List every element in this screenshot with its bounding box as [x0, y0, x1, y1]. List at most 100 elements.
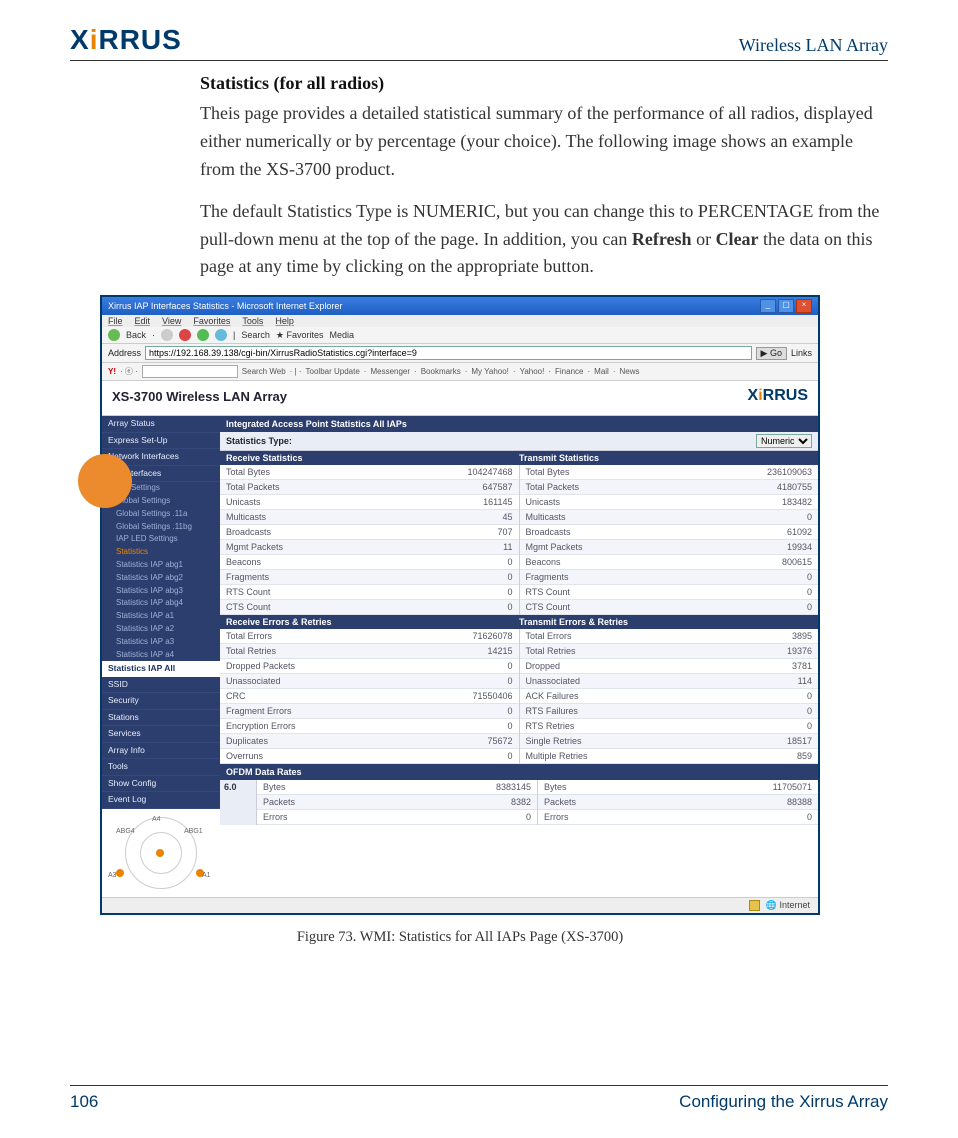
- yahoo-toolbar[interactable]: Y! · ⓔ · Search Web · | · Toolbar Update…: [102, 363, 818, 381]
- table-row: Dropped3781: [520, 659, 819, 674]
- window-titlebar: Xirrus IAP Interfaces Statistics - Micro…: [102, 297, 818, 315]
- table-row: Errors0: [538, 810, 818, 825]
- table-row: Duplicates75672: [220, 734, 519, 749]
- table-row: Total Packets4180755: [520, 480, 819, 495]
- address-label: Address: [108, 348, 141, 358]
- section-marker-circle: [78, 454, 132, 508]
- table-row: Dropped Packets0: [220, 659, 519, 674]
- window-minimize-button[interactable]: _: [760, 299, 776, 313]
- table-row: RTS Retries0: [520, 719, 819, 734]
- media-label[interactable]: Media: [329, 330, 354, 340]
- main-title: Integrated Access Point Statistics All I…: [220, 416, 818, 432]
- app-logo: XiRRUS: [748, 387, 808, 405]
- yahoo-logo-icon: Y!: [108, 367, 116, 376]
- table-row: Fragment Errors0: [220, 704, 519, 719]
- table-row: Unicasts183482: [520, 495, 819, 510]
- table-row: Packets88388: [538, 795, 818, 810]
- sidebar-subitem[interactable]: Global Settings .11a: [102, 508, 220, 521]
- table-row: Multicasts45: [220, 510, 519, 525]
- xmit-err-header: Transmit Errors & Retries: [519, 617, 812, 627]
- sidebar-item[interactable]: Show Config: [102, 776, 220, 792]
- table-row: Total Bytes236109063: [520, 465, 819, 480]
- table-row: CTS Count0: [220, 600, 519, 615]
- recv-err-header: Receive Errors & Retries: [226, 617, 519, 627]
- sidebar-item[interactable]: Stations: [102, 710, 220, 726]
- stop-icon[interactable]: [179, 329, 191, 341]
- yahoo-search-button[interactable]: Search Web: [242, 367, 286, 376]
- sidebar-subitem[interactable]: Statistics IAP a3: [102, 636, 220, 649]
- links-label[interactable]: Links: [791, 348, 812, 358]
- sidebar-subitem[interactable]: Statistics IAP abg2: [102, 572, 220, 585]
- sidebar-subitem[interactable]: IAP LED Settings: [102, 533, 220, 546]
- sidebar-item[interactable]: Array Status: [102, 416, 220, 432]
- paragraph-2: The default Statistics Type is NUMERIC, …: [200, 198, 888, 282]
- sidebar-item[interactable]: Array Info: [102, 743, 220, 759]
- section-heading: Statistics (for all radios): [200, 73, 888, 94]
- stats-type-select[interactable]: Numeric: [756, 434, 812, 448]
- sidebar-item[interactable]: Tools: [102, 759, 220, 775]
- table-row: Unassociated114: [520, 674, 819, 689]
- table-row: CTS Count0: [520, 600, 819, 615]
- table-row: Errors0: [257, 810, 537, 825]
- table-row: Total Bytes104247468: [220, 465, 519, 480]
- brand-logo: XiRRUS: [70, 24, 182, 56]
- sidebar-subitem[interactable]: Statistics IAP a2: [102, 623, 220, 636]
- transmit-header: Transmit Statistics: [519, 453, 812, 463]
- sidebar-subitem-statistics[interactable]: Statistics: [102, 546, 220, 559]
- app-title: XS-3700 Wireless LAN Array: [112, 389, 287, 404]
- back-icon[interactable]: [108, 329, 120, 341]
- table-row: Single Retries18517: [520, 734, 819, 749]
- table-row: Total Errors3895: [520, 629, 819, 644]
- lock-icon: [749, 900, 760, 911]
- sidebar-subitem[interactable]: Statistics IAP abg4: [102, 597, 220, 610]
- table-row: Broadcasts61092: [520, 525, 819, 540]
- forward-icon[interactable]: [161, 329, 173, 341]
- figure-caption: Figure 73. WMI: Statistics for All IAPs …: [100, 929, 820, 946]
- status-text: 🌐 Internet: [766, 900, 810, 911]
- sidebar-subitem[interactable]: Statistics IAP abg1: [102, 559, 220, 572]
- sidebar-subitem[interactable]: Global Settings .11bg: [102, 521, 220, 534]
- sidebar-active-item[interactable]: Statistics IAP All: [102, 661, 220, 676]
- window-close-button[interactable]: ×: [796, 299, 812, 313]
- table-row: Bytes8383145: [257, 780, 537, 795]
- sidebar-item[interactable]: SSID: [102, 677, 220, 693]
- favorites-label[interactable]: ★ Favorites: [276, 330, 324, 341]
- table-row: Total Retries19376: [520, 644, 819, 659]
- table-row: Multicasts0: [520, 510, 819, 525]
- footer-section: Configuring the Xirrus Array: [679, 1092, 888, 1112]
- sidebar-subitem[interactable]: Statistics IAP a1: [102, 610, 220, 623]
- figure-screenshot: Xirrus IAP Interfaces Statistics - Micro…: [100, 295, 820, 914]
- browser-menubar[interactable]: FileEditViewFavoritesToolsHelp: [102, 315, 818, 327]
- sidebar-item[interactable]: Services: [102, 726, 220, 742]
- ofdm-header: OFDM Data Rates: [220, 764, 818, 780]
- go-button[interactable]: ▶ Go: [756, 347, 787, 360]
- table-row: Bytes11705071: [538, 780, 818, 795]
- yahoo-search-input[interactable]: [142, 365, 238, 378]
- table-row: ACK Failures0: [520, 689, 819, 704]
- table-row: RTS Count0: [220, 585, 519, 600]
- browser-toolbar[interactable]: Back · | Search ★ Favorites Media: [102, 327, 818, 344]
- sidebar-subitem[interactable]: Statistics IAP abg3: [102, 585, 220, 598]
- sidebar-item[interactable]: Express Set-Up: [102, 433, 220, 449]
- home-icon[interactable]: [215, 329, 227, 341]
- table-row: CRC71550406: [220, 689, 519, 704]
- back-label[interactable]: Back: [126, 330, 146, 340]
- header-rule: [70, 60, 888, 61]
- table-row: Broadcasts707: [220, 525, 519, 540]
- page-number: 106: [70, 1092, 98, 1112]
- receive-header: Receive Statistics: [226, 453, 519, 463]
- refresh-icon[interactable]: [197, 329, 209, 341]
- sidebar-item[interactable]: Security: [102, 693, 220, 709]
- paragraph-1: Theis page provides a detailed statistic…: [200, 100, 888, 184]
- table-row: Unassociated0: [220, 674, 519, 689]
- sidebar-item[interactable]: Event Log: [102, 792, 220, 808]
- stats-type-label: Statistics Type:: [226, 436, 292, 446]
- table-row: RTS Failures0: [520, 704, 819, 719]
- search-label[interactable]: Search: [241, 330, 270, 340]
- footer-rule: [70, 1085, 888, 1086]
- table-row: Total Retries14215: [220, 644, 519, 659]
- window-title-text: Xirrus IAP Interfaces Statistics - Micro…: [108, 301, 342, 311]
- window-maximize-button[interactable]: ▢: [778, 299, 794, 313]
- sidebar-subitem[interactable]: Statistics IAP a4: [102, 649, 220, 662]
- address-input[interactable]: [145, 346, 752, 360]
